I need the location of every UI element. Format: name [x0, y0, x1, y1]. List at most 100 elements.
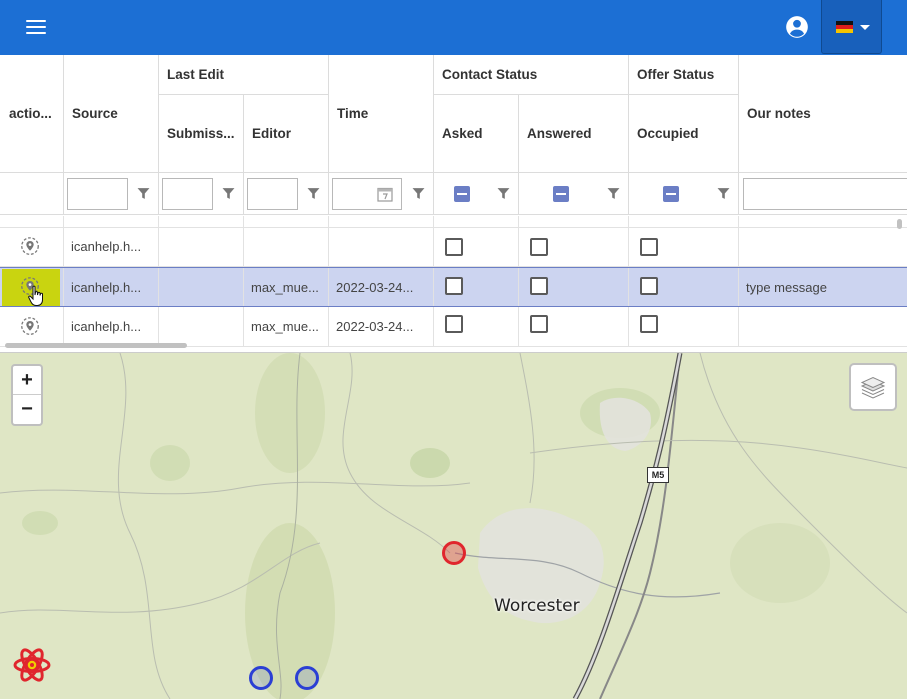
map-marker[interactable]: [295, 666, 319, 690]
asked-indeterminate-checkbox[interactable]: [454, 186, 470, 202]
group-header-contact-status: Contact Status: [433, 55, 629, 95]
notes-cell[interactable]: type message: [738, 268, 907, 306]
editor-cell: max_mue...: [243, 307, 329, 346]
answered-checkbox[interactable]: [530, 314, 548, 333]
table-row[interactable]: icanhelp.h...: [0, 227, 907, 267]
filter-icon[interactable]: [412, 187, 425, 200]
occupied-checkbox[interactable]: [640, 237, 658, 256]
editor-filter-input[interactable]: [247, 178, 298, 210]
hamburger-menu-icon[interactable]: [18, 14, 54, 40]
map-marker[interactable]: [249, 666, 273, 690]
action-cell[interactable]: [0, 227, 64, 266]
submission-cell: [158, 307, 244, 346]
filter-cell-time: [328, 173, 434, 215]
column-header-source[interactable]: Source: [63, 55, 159, 173]
react-devtools-icon[interactable]: [12, 645, 52, 685]
notes-cell[interactable]: [738, 307, 907, 346]
occupied-cell: [628, 227, 739, 266]
filter-cell-asked: [433, 173, 519, 215]
occupied-cell: [628, 268, 739, 306]
map-view[interactable]: + − M5 Worcester: [0, 353, 907, 699]
vertical-scrollbar[interactable]: [897, 219, 902, 229]
column-header-asked[interactable]: Asked: [433, 95, 519, 173]
filter-icon[interactable]: [307, 187, 320, 200]
group-header-last-edit: Last Edit: [158, 55, 329, 95]
filter-cell-actions: [0, 173, 64, 215]
horizontal-scrollbar[interactable]: [5, 343, 187, 348]
layers-button[interactable]: [849, 363, 897, 411]
answered-checkbox[interactable]: [530, 237, 548, 256]
asked-cell: [433, 307, 519, 346]
asked-cell: [433, 268, 519, 306]
top-app-bar: [0, 0, 907, 55]
zoom-control: + −: [11, 364, 43, 426]
location-marker-icon[interactable]: [19, 316, 41, 338]
submission-filter-input[interactable]: [162, 178, 213, 210]
column-header-answered[interactable]: Answered: [518, 95, 629, 173]
filter-icon[interactable]: [607, 187, 620, 200]
column-header-notes[interactable]: Our notes: [738, 55, 907, 173]
filter-row: [0, 173, 907, 215]
filter-cell-editor: [243, 173, 329, 215]
map-marker-selected[interactable]: [442, 541, 466, 565]
time-cell: 2022-03-24...: [328, 268, 434, 306]
app-root: Last Edit Contact Status Offer Status ac…: [0, 0, 907, 699]
zoom-in-button[interactable]: +: [13, 366, 41, 395]
submission-cell: [158, 227, 244, 266]
column-header-editor[interactable]: Editor: [243, 95, 329, 173]
account-circle-icon[interactable]: [784, 14, 810, 40]
column-header-submission[interactable]: Submiss...: [158, 95, 244, 173]
filter-cell-submission: [158, 173, 244, 215]
motorway-shield: M5: [647, 467, 669, 483]
time-cell: [328, 227, 434, 266]
filter-icon[interactable]: [717, 187, 730, 200]
asked-checkbox[interactable]: [445, 314, 463, 333]
german-flag-icon: [836, 21, 853, 33]
filter-icon[interactable]: [222, 187, 235, 200]
calendar-icon[interactable]: [377, 186, 393, 202]
action-cell[interactable]: [0, 268, 64, 306]
language-selector-button[interactable]: [821, 0, 882, 54]
city-label: Worcester: [494, 596, 580, 616]
column-header-actions[interactable]: actio...: [0, 55, 64, 173]
answered-indeterminate-checkbox[interactable]: [553, 186, 569, 202]
source-filter-input[interactable]: [67, 178, 128, 210]
answered-checkbox[interactable]: [530, 276, 548, 295]
table-row[interactable]: icanhelp.h... max_mue... 2022-03-24...: [0, 307, 907, 347]
data-grid: Last Edit Contact Status Offer Status ac…: [0, 55, 907, 353]
occupied-checkbox[interactable]: [640, 314, 658, 333]
source-cell: icanhelp.h...: [63, 268, 159, 306]
submission-cell: [158, 268, 244, 306]
layers-icon: [860, 376, 886, 399]
chevron-down-icon: [860, 25, 870, 30]
location-marker-icon[interactable]: [19, 236, 41, 258]
zoom-out-button[interactable]: −: [13, 395, 41, 424]
editor-cell: max_mue...: [243, 268, 329, 306]
map-terrain: [0, 353, 907, 699]
filter-icon[interactable]: [497, 187, 510, 200]
hand-pointer-cursor-icon: [28, 285, 43, 306]
occupied-checkbox[interactable]: [640, 276, 658, 295]
occupied-cell: [628, 307, 739, 346]
notes-cell[interactable]: [738, 227, 907, 266]
time-filter-input[interactable]: [332, 178, 402, 210]
asked-checkbox[interactable]: [445, 237, 463, 256]
column-header-occupied[interactable]: Occupied: [628, 95, 739, 173]
answered-cell: [518, 268, 629, 306]
action-cell[interactable]: [0, 307, 64, 346]
time-cell: 2022-03-24...: [328, 307, 434, 346]
asked-cell: [433, 227, 519, 266]
asked-checkbox[interactable]: [445, 276, 463, 295]
filter-cell-source: [63, 173, 159, 215]
filter-cell-notes: [738, 173, 907, 215]
answered-cell: [518, 307, 629, 346]
column-header-time[interactable]: Time: [328, 55, 434, 173]
filter-icon[interactable]: [137, 187, 150, 200]
source-cell: icanhelp.h...: [63, 227, 159, 266]
filter-cell-answered: [518, 173, 629, 215]
source-cell: icanhelp.h...: [63, 307, 159, 346]
filter-cell-occupied: [628, 173, 739, 215]
occupied-indeterminate-checkbox[interactable]: [663, 186, 679, 202]
table-row-selected[interactable]: icanhelp.h... max_mue... 2022-03-24... t…: [0, 267, 907, 307]
notes-filter-input[interactable]: [743, 178, 907, 210]
